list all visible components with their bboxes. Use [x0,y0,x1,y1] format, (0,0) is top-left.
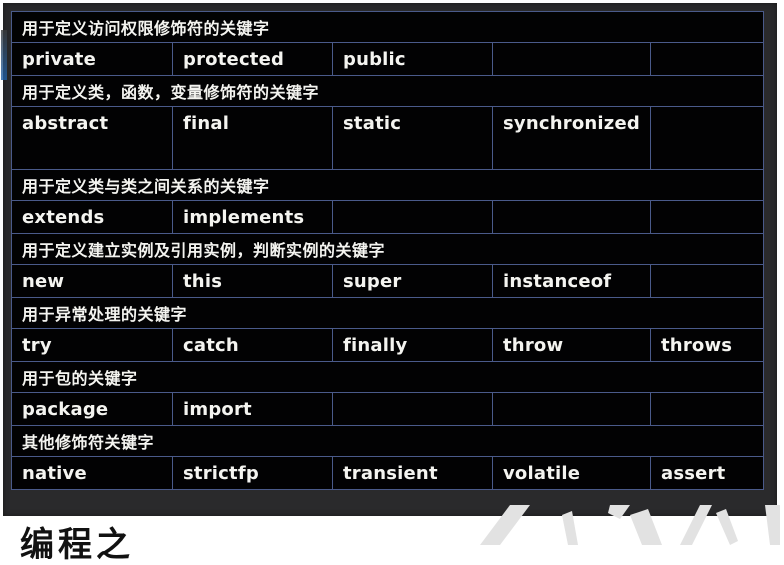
keyword-cell: abstract [11,106,173,170]
keyword-cell: this [172,264,333,298]
keyword-cell: transient [332,456,493,490]
section-heading-row: 用于异常处理的关键字 [11,297,764,329]
keyword-row: package import [11,392,764,426]
keyword-row: new this super instanceof [11,264,764,298]
keyword-cell: protected [172,42,333,76]
keyword-cell [332,200,493,234]
keyword-cell [650,106,764,170]
section-heading-row: 用于定义类，函数，变量修饰符的关键字 [11,75,764,107]
watermark-strokes [480,505,780,545]
section-heading-row: 用于定义访问权限修饰符的关键字 [11,11,764,43]
keyword-cell: private [11,42,173,76]
section-heading-row: 用于定义建立实例及引用实例，判断实例的关键字 [11,233,764,265]
keyword-cell: new [11,264,173,298]
section-heading-exception-handling: 用于异常处理的关键字 [11,297,764,329]
keyword-cell: super [332,264,493,298]
keyword-cell: public [332,42,493,76]
keyword-cell: finally [332,328,493,362]
section-heading-row: 用于定义类与类之间关系的关键字 [11,169,764,201]
keyword-cell: try [11,328,173,362]
keyword-cell [650,200,764,234]
keyword-cell [492,42,651,76]
section-heading-row: 其他修饰符关键字 [11,425,764,457]
section-heading-other-modifiers: 其他修饰符关键字 [11,425,764,457]
keyword-cell: throws [650,328,764,362]
keyword-cell: import [172,392,333,426]
keyword-cell: package [11,392,173,426]
keyword-cell: strictfp [172,456,333,490]
keyword-cell [650,42,764,76]
keyword-row: private protected public [11,42,764,76]
keyword-cell [650,264,764,298]
keyword-row: native strictfp transient volatile asser… [11,456,764,490]
keyword-cell: volatile [492,456,651,490]
watermark-graphic [480,505,780,545]
keyword-cell: extends [11,200,173,234]
keyword-cell: implements [172,200,333,234]
keyword-cell: final [172,106,333,170]
partial-heading-text: 编程之 [20,525,134,565]
keyword-cell [650,392,764,426]
keyword-cell: static [332,106,493,170]
frame-edge-decoration [1,30,7,80]
section-heading-access-modifiers: 用于定义访问权限修饰符的关键字 [11,11,764,43]
keyword-cell: native [11,456,173,490]
keyword-cell: synchronized [492,106,651,170]
section-heading-class-relationships: 用于定义类与类之间关系的关键字 [11,169,764,201]
keyword-cell: catch [172,328,333,362]
keyword-cell: instanceof [492,264,651,298]
keyword-cell [492,200,651,234]
section-heading-class-function-variable-modifiers: 用于定义类，函数，变量修饰符的关键字 [11,75,764,107]
keyword-row: abstract final static synchronized [11,106,764,170]
keyword-cell: assert [650,456,764,490]
keyword-cell [492,392,651,426]
section-heading-packages: 用于包的关键字 [11,361,764,393]
keyword-cell [332,392,493,426]
section-heading-row: 用于包的关键字 [11,361,764,393]
java-keywords-table: 用于定义访问权限修饰符的关键字 private protected public… [11,11,764,490]
keyword-cell: throw [492,328,651,362]
section-heading-instances: 用于定义建立实例及引用实例，判断实例的关键字 [11,233,764,265]
keyword-row: extends implements [11,200,764,234]
keyword-row: try catch finally throw throws [11,328,764,362]
